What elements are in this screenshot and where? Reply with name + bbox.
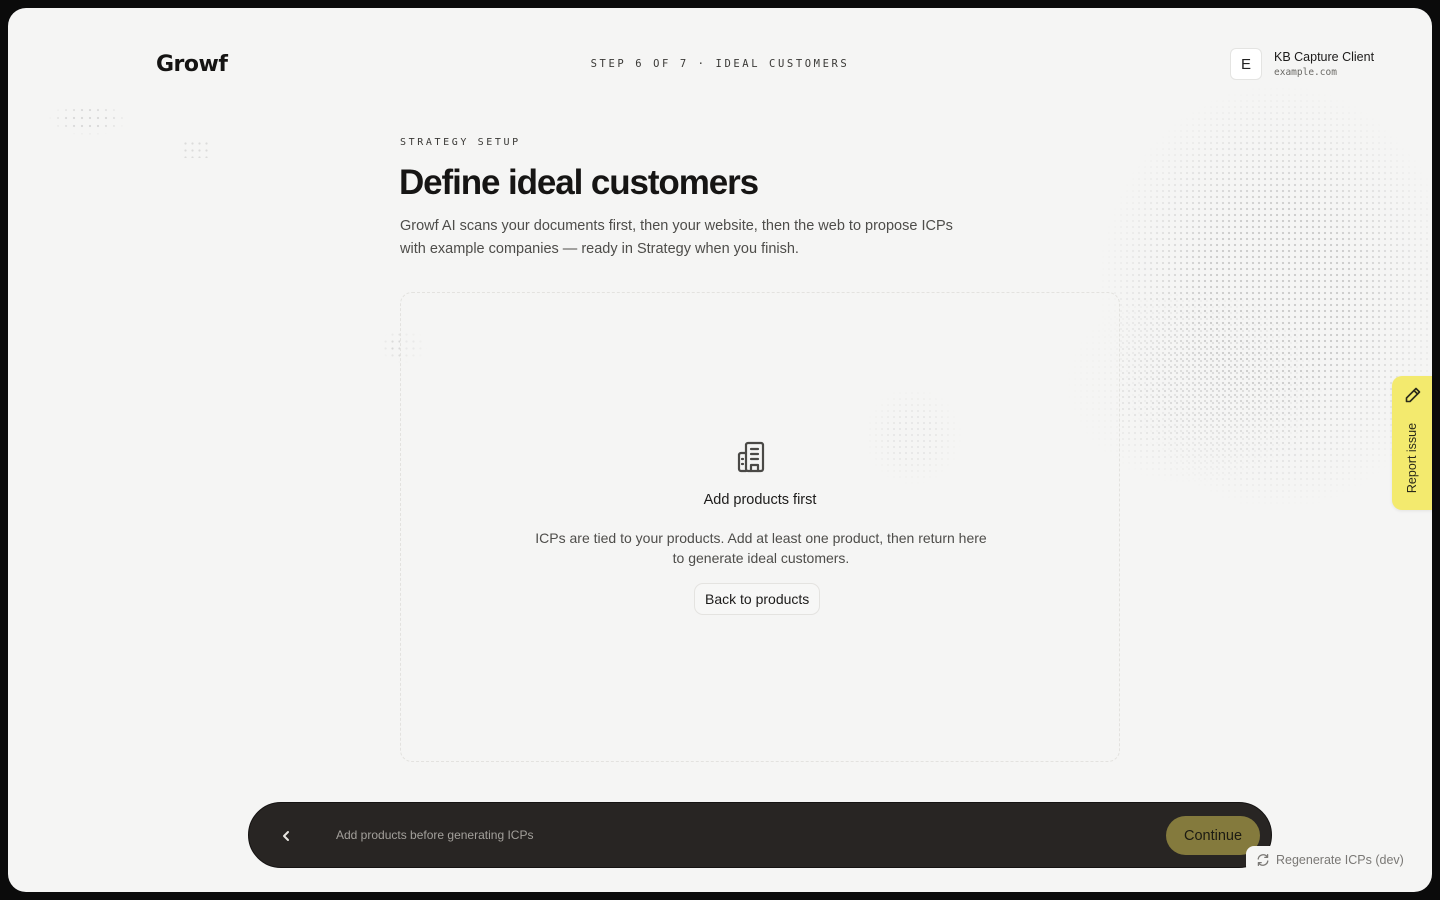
account-info: KB Capture Client example.com xyxy=(1274,50,1374,78)
refresh-icon xyxy=(1257,853,1269,867)
section-eyebrow: STRATEGY SETUP xyxy=(400,137,521,148)
step-indicator: STEP 6 OF 7 · IDEAL CUSTOMERS xyxy=(590,58,850,70)
empty-state-title: Add products first xyxy=(703,492,817,508)
app-window: Growf STEP 6 OF 7 · IDEAL CUSTOMERS E KB… xyxy=(8,8,1432,892)
account-domain: example.com xyxy=(1274,67,1337,78)
dot-pattern-decoration xyxy=(182,140,212,158)
chevron-left-icon[interactable] xyxy=(277,827,295,845)
icp-empty-state-card: Add products first ICPs are tied to your… xyxy=(400,292,1120,762)
continue-button[interactable]: Continue xyxy=(1166,816,1260,855)
avatar: E xyxy=(1230,48,1262,80)
page-title: Define ideal customers xyxy=(399,163,759,202)
back-to-products-button[interactable]: Back to products xyxy=(694,583,821,615)
pencil-icon xyxy=(1405,387,1421,403)
regenerate-icps-dev-button[interactable]: Regenerate ICPs (dev) xyxy=(1246,846,1414,874)
dot-pattern-decoration xyxy=(38,98,138,140)
report-issue-tab[interactable]: Report issue xyxy=(1392,376,1432,510)
account-badge[interactable]: E KB Capture Client example.com xyxy=(1230,48,1374,80)
account-name: KB Capture Client xyxy=(1274,50,1375,64)
regenerate-icps-label: Regenerate ICPs (dev) xyxy=(1276,853,1404,867)
building-icon xyxy=(737,441,765,473)
page-subtitle: Growf AI scans your documents first, the… xyxy=(400,218,953,257)
empty-state-description: ICPs are tied to your products. Add at l… xyxy=(535,530,987,566)
footer-status-message: Add products before generating ICPs xyxy=(336,828,534,842)
report-issue-label: Report issue xyxy=(1405,422,1419,494)
wizard-footer-bar: Add products before generating ICPs Cont… xyxy=(248,802,1272,868)
